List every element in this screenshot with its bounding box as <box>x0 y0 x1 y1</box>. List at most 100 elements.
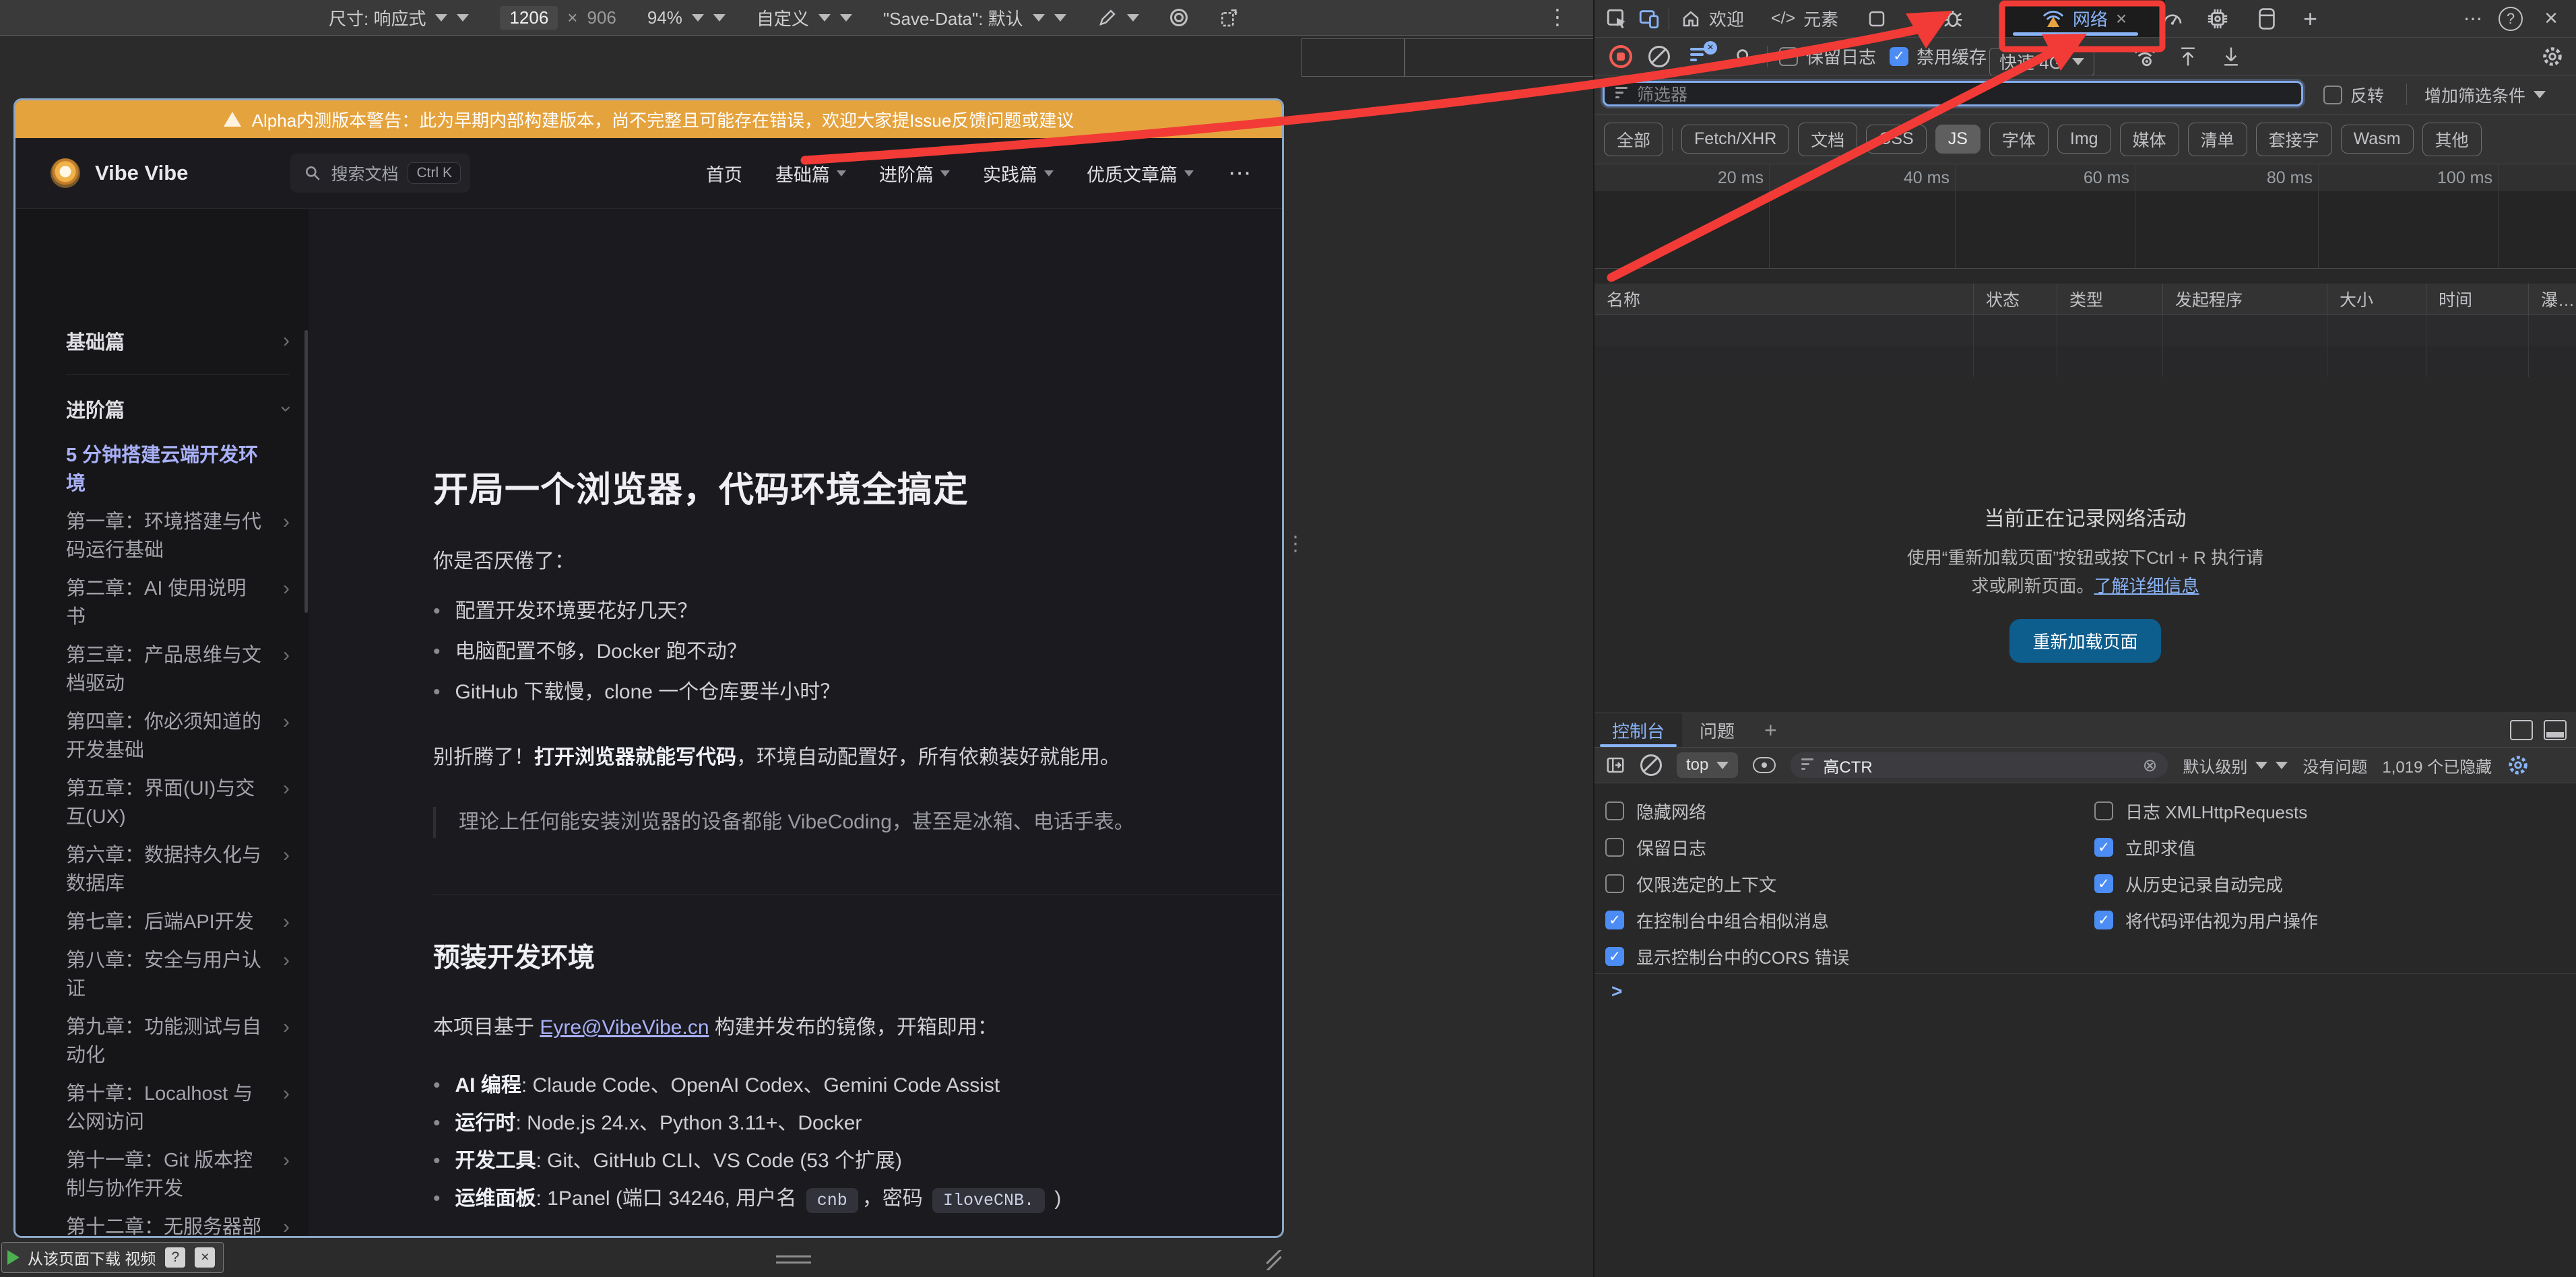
live-expression-eye-icon[interactable] <box>1753 757 1776 773</box>
inspect-element-icon[interactable] <box>1605 0 1628 37</box>
site-logo[interactable] <box>51 158 80 188</box>
tab-close-icon[interactable]: × <box>2116 8 2127 30</box>
setting-eager-eval[interactable]: ✓立即求值 <box>2094 829 2318 865</box>
chip-manifest[interactable]: 清单 <box>2188 123 2247 156</box>
console-sidebar-icon[interactable] <box>1605 755 1625 775</box>
setting-autocomplete-history[interactable]: ✓从历史记录自动完成 <box>2094 865 2318 902</box>
chip-font[interactable]: 字体 <box>1989 123 2049 156</box>
chip-all[interactable]: 全部 <box>1604 123 1663 156</box>
search-input[interactable]: 搜索文档 Ctrl K <box>290 154 470 193</box>
drawer-tab-console[interactable]: 控制台 <box>1595 713 1682 747</box>
tab-sources-icon[interactable] <box>1867 0 1887 37</box>
close-button[interactable]: × <box>195 1247 215 1268</box>
chip-media[interactable]: 媒体 <box>2120 123 2179 156</box>
dock-side-icon[interactable] <box>2510 720 2533 740</box>
checkbox-checked-icon[interactable]: ✓ <box>2094 911 2113 929</box>
chip-css[interactable]: CSS <box>1866 125 1926 154</box>
sidebar-item[interactable]: 第十一章：Git 版本控制与协作开发 › <box>66 1146 290 1203</box>
chip-doc[interactable]: 文档 <box>1798 123 1857 156</box>
debugger-bug-icon[interactable] <box>1942 0 1964 37</box>
column-size[interactable]: 大小 <box>2327 284 2426 315</box>
nav-item-articles[interactable]: 优质文章篇 <box>1087 160 1194 187</box>
add-tab-icon[interactable]: + <box>2303 0 2317 37</box>
clear-filter-icon[interactable]: ⊗ <box>2143 755 2158 776</box>
console-filter-input[interactable]: 高CTR ⊗ <box>1791 752 2168 778</box>
viewport-resize-handle-bottom[interactable] <box>776 1255 811 1268</box>
checkbox-unchecked-icon[interactable] <box>1779 47 1798 66</box>
save-data-dropdown[interactable]: "Save-Data": 默认 <box>883 5 1066 30</box>
setting-eval-user-action[interactable]: ✓将代码评估视为用户操作 <box>2094 902 2318 938</box>
chip-fetch-xhr[interactable]: Fetch/XHR <box>1681 125 1789 154</box>
sidebar-item[interactable]: 第三章：产品思维与文档驱动 › <box>66 641 290 698</box>
tab-elements[interactable]: </> 元素 <box>1771 0 1838 37</box>
performance-icon[interactable] <box>2162 0 2183 37</box>
sidebar-item[interactable]: 第七章：后端API开发 › <box>66 908 290 936</box>
clear-console-icon[interactable] <box>1640 754 1662 776</box>
network-conditions-icon[interactable] <box>2133 38 2156 75</box>
invert-filter-checkbox[interactable]: 反转 <box>2323 76 2384 113</box>
column-initiator[interactable]: 发起程序 <box>2163 284 2327 315</box>
learn-more-link[interactable]: 了解详细信息 <box>2094 576 2199 596</box>
chip-wasm[interactable]: Wasm <box>2341 125 2414 154</box>
setting-show-cors[interactable]: ✓显示控制台中的CORS 错误 <box>1605 938 1849 975</box>
sidebar-item[interactable]: 第九章：功能测试与自动化 › <box>66 1013 290 1070</box>
help-icon[interactable]: ? <box>2496 0 2525 37</box>
console-prompt[interactable]: > <box>1595 973 2576 1002</box>
more-filters-dropdown[interactable]: 增加筛选条件 <box>2424 76 2546 113</box>
column-time[interactable]: 时间 <box>2426 284 2529 315</box>
zoom-dropdown[interactable]: 94% <box>647 7 726 28</box>
clear-network-icon[interactable] <box>1648 38 1670 75</box>
sidebar-item[interactable]: 第五章：界面(UI)与交互(UX) › <box>66 775 290 831</box>
checkbox-unchecked-icon[interactable] <box>1605 801 1624 820</box>
preserve-log-checkbox[interactable]: 保留日志 <box>1779 38 1876 75</box>
setting-hide-network[interactable]: 隐藏网络 <box>1605 793 1849 829</box>
sidebar-scrollbar[interactable] <box>304 330 308 613</box>
memory-chip-icon[interactable] <box>2206 0 2229 37</box>
checkbox-checked-icon[interactable]: ✓ <box>1890 47 1908 66</box>
checkbox-unchecked-icon[interactable] <box>1605 838 1624 857</box>
checkbox-unchecked-icon[interactable] <box>2094 801 2113 820</box>
link-eyre[interactable]: Eyre@VibeVibe.cn <box>540 1016 709 1039</box>
record-button[interactable] <box>1609 38 1632 75</box>
throttling-dropdown[interactable]: 快速 4G <box>1989 43 2094 80</box>
checkbox-checked-icon[interactable]: ✓ <box>1605 911 1624 929</box>
nav-more-icon[interactable]: ⋯ <box>1228 160 1252 187</box>
network-overview-timeline[interactable]: 20 ms 40 ms 60 ms 80 ms 100 ms <box>1595 164 2576 269</box>
sidebar-section-advanced[interactable]: 进阶篇 › <box>66 393 290 425</box>
search-icon[interactable] <box>1735 38 1753 75</box>
import-har-icon[interactable] <box>2178 38 2198 75</box>
viewport-height-field[interactable]: 906 <box>587 7 616 28</box>
sidebar-item[interactable]: 第二章：AI 使用说明书 › <box>66 575 290 631</box>
devtools-more-icon[interactable]: ⋯ <box>2458 0 2488 37</box>
sidebar-item[interactable]: 第八章：安全与用户认证 › <box>66 946 290 1003</box>
viewport-resize-handle-right[interactable]: ⋮ <box>1285 539 1295 550</box>
nav-item-basics[interactable]: 基础篇 <box>775 160 846 187</box>
drawer-add-tab-icon[interactable]: + <box>1764 718 1777 743</box>
checkbox-checked-icon[interactable]: ✓ <box>2094 838 2113 857</box>
throttle-edit-icon[interactable] <box>1097 7 1139 28</box>
browser-menu-icon[interactable]: ⋮ <box>1544 4 1571 30</box>
checkbox-checked-icon[interactable]: ✓ <box>1605 947 1624 966</box>
nav-item-practice[interactable]: 实践篇 <box>983 160 1054 187</box>
log-levels-dropdown[interactable]: 默认级别 <box>2183 754 2288 777</box>
dpr-dropdown[interactable]: 自定义 <box>756 5 852 30</box>
checkbox-checked-icon[interactable]: ✓ <box>2094 874 2113 893</box>
sidebar-item[interactable]: 第四章：你必须知道的开发基础 › <box>66 708 290 764</box>
device-size-dropdown[interactable]: 尺寸: 响应式 <box>329 5 469 30</box>
viewport-resize-handle-corner[interactable] <box>1264 1250 1284 1270</box>
devtools-close-icon[interactable]: × <box>2536 0 2566 37</box>
column-status[interactable]: 状态 <box>1974 284 2057 315</box>
device-toolbar-icon[interactable] <box>1638 0 1661 37</box>
setting-log-xhr[interactable]: 日志 XMLHttpRequests <box>2094 793 2318 829</box>
chip-socket[interactable]: 套接字 <box>2256 123 2332 156</box>
console-settings-gear-icon[interactable] <box>2507 754 2530 777</box>
tab-network[interactable]: 网络 × <box>2003 0 2165 37</box>
drawer-tab-issues[interactable]: 问题 <box>1682 713 1752 747</box>
chip-img[interactable]: Img <box>2057 125 2111 154</box>
setting-preserve-log[interactable]: 保留日志 <box>1605 829 1849 865</box>
network-filter-input[interactable]: 筛选器 <box>1603 81 2303 106</box>
filter-toggle-icon[interactable]: × <box>1690 38 1710 75</box>
dock-bottom-icon[interactable] <box>2544 720 2567 740</box>
sidebar-item[interactable]: 第十章：Localhost 与公网访问 › <box>66 1080 290 1136</box>
network-settings-gear-icon[interactable] <box>2541 38 2564 75</box>
